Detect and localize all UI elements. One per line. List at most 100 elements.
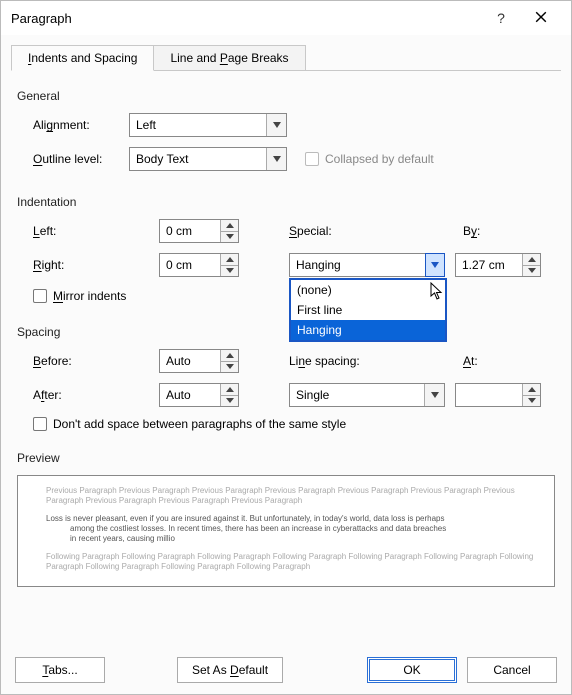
before-spin-down[interactable] — [221, 362, 238, 373]
mirror-checkbox[interactable]: Mirror indents Mirror indents — [33, 289, 126, 303]
dont-add-label: Don't add space between paragraphs of th… — [53, 417, 346, 431]
indentation-grid: Left: Left: Special: Special: By: By: Ri… — [17, 219, 555, 277]
alignment-value[interactable] — [130, 114, 266, 136]
paragraph-dialog: Paragraph ? Indents and Spacing Indents … — [0, 0, 572, 695]
dont-add-checkbox[interactable]: Don't add space between paragraphs of th… — [33, 417, 346, 431]
chevron-up-icon — [226, 353, 234, 358]
line-spacing-value[interactable] — [290, 384, 424, 406]
left-label: Left: — [33, 224, 149, 238]
checkbox-box — [33, 417, 47, 431]
by-label: By: — [455, 224, 555, 238]
before-spin-up[interactable] — [221, 350, 238, 362]
preview-box: Previous Paragraph Previous Paragraph Pr… — [17, 475, 555, 587]
chevron-up-icon — [226, 223, 234, 228]
section-preview: Preview — [17, 451, 555, 465]
line-spacing-select[interactable] — [289, 383, 445, 407]
left-spin-up[interactable] — [221, 220, 238, 232]
row-outline-level: Outline level: Outline level: Collapsed … — [17, 147, 555, 171]
preview-previous: Previous Paragraph Previous Paragraph Pr… — [46, 486, 534, 506]
preview-body: Loss is never pleasant, even if you are … — [46, 514, 534, 544]
tab-strip: Indents and Spacing Indents and Spacing … — [11, 43, 561, 71]
right-label: Right: — [33, 258, 149, 272]
right-spin-up[interactable] — [221, 254, 238, 266]
special-value[interactable] — [290, 254, 426, 276]
close-icon — [535, 10, 547, 26]
dialog-title: Paragraph — [11, 11, 481, 26]
chevron-up-icon — [528, 387, 536, 392]
chevron-down-icon — [528, 268, 536, 273]
left-spin[interactable] — [159, 219, 239, 243]
left-value[interactable] — [160, 220, 220, 242]
collapsed-checkbox: Collapsed by default — [305, 152, 434, 166]
chevron-down-icon — [226, 364, 234, 369]
help-icon: ? — [497, 10, 505, 26]
collapsed-label: Collapsed by default — [325, 152, 434, 166]
line-spacing-dropdown-button[interactable] — [424, 384, 444, 406]
right-value[interactable] — [160, 254, 220, 276]
outline-combo[interactable] — [129, 147, 287, 171]
chevron-down-icon — [528, 398, 536, 403]
dialog-footer: Tabs... Tabs... Set As Default Set As De… — [1, 646, 571, 694]
chevron-down-icon — [431, 262, 439, 268]
row-alignment: Alignment: Alignment: — [17, 113, 555, 137]
by-spin-down[interactable] — [523, 266, 540, 277]
by-value[interactable] — [456, 254, 522, 276]
row-mirror: Mirror indents Mirror indents — [17, 289, 555, 303]
ok-button[interactable]: OK — [367, 657, 457, 683]
by-spin-up[interactable] — [523, 254, 540, 266]
tab-line-page-breaks[interactable]: Line and Page Breaks Line and Page Break… — [153, 45, 305, 71]
outline-label: Outline level: — [33, 152, 129, 166]
special-option-first-line[interactable]: First line — [291, 300, 445, 320]
after-label: After: — [33, 388, 149, 402]
at-spin-up[interactable] — [523, 384, 540, 396]
cancel-button[interactable]: Cancel — [467, 657, 557, 683]
set-default-button[interactable]: Set As Default — [177, 657, 283, 683]
checkbox-box — [305, 152, 319, 166]
tabs-button[interactable]: Tabs... — [15, 657, 105, 683]
by-spin[interactable] — [455, 253, 541, 277]
titlebar: Paragraph ? — [1, 1, 571, 35]
preview-following: Following Paragraph Following Paragraph … — [46, 552, 534, 572]
chevron-down-icon — [226, 234, 234, 239]
after-spin[interactable] — [159, 383, 239, 407]
at-value[interactable] — [456, 384, 522, 406]
section-general: General — [17, 89, 555, 103]
row-dont-add: Don't add space between paragraphs of th… — [17, 417, 555, 431]
special-dropdown-list[interactable]: (none) First line Hanging — [289, 278, 447, 342]
checkbox-box — [33, 289, 47, 303]
special-dropdown-button[interactable] — [425, 253, 445, 277]
before-value[interactable] — [160, 350, 220, 372]
alignment-label: Alignment: — [33, 118, 129, 132]
outline-value[interactable] — [130, 148, 266, 170]
left-spin-down[interactable] — [221, 232, 238, 243]
before-spin[interactable] — [159, 349, 239, 373]
after-spin-down[interactable] — [221, 396, 238, 407]
special-select[interactable]: (none) First line Hanging — [289, 253, 445, 277]
special-label: Special: — [269, 224, 445, 238]
outline-dropdown-button[interactable] — [266, 148, 286, 170]
at-spin-down[interactable] — [523, 396, 540, 407]
chevron-down-icon — [273, 122, 281, 128]
close-button[interactable] — [521, 2, 561, 34]
tab-indents-spacing[interactable]: Indents and Spacing Indents and Spacing — [11, 45, 154, 71]
at-label: At: — [455, 354, 555, 368]
chevron-down-icon — [226, 398, 234, 403]
after-spin-up[interactable] — [221, 384, 238, 396]
chevron-down-icon — [431, 392, 439, 398]
at-spin[interactable] — [455, 383, 541, 407]
alignment-dropdown-button[interactable] — [266, 114, 286, 136]
special-option-hanging[interactable]: Hanging — [291, 320, 445, 340]
right-spin-down[interactable] — [221, 266, 238, 277]
mirror-label: Mirror indents — [53, 289, 126, 303]
line-spacing-label: Line spacing: — [269, 354, 445, 368]
help-button[interactable]: ? — [481, 2, 521, 34]
alignment-combo[interactable] — [129, 113, 287, 137]
after-value[interactable] — [160, 384, 220, 406]
chevron-up-icon — [226, 387, 234, 392]
chevron-up-icon — [528, 257, 536, 262]
before-label: Before: — [33, 354, 149, 368]
right-spin[interactable] — [159, 253, 239, 277]
section-spacing: Spacing — [17, 325, 555, 339]
chevron-up-icon — [226, 257, 234, 262]
special-option-none[interactable]: (none) — [291, 280, 445, 300]
